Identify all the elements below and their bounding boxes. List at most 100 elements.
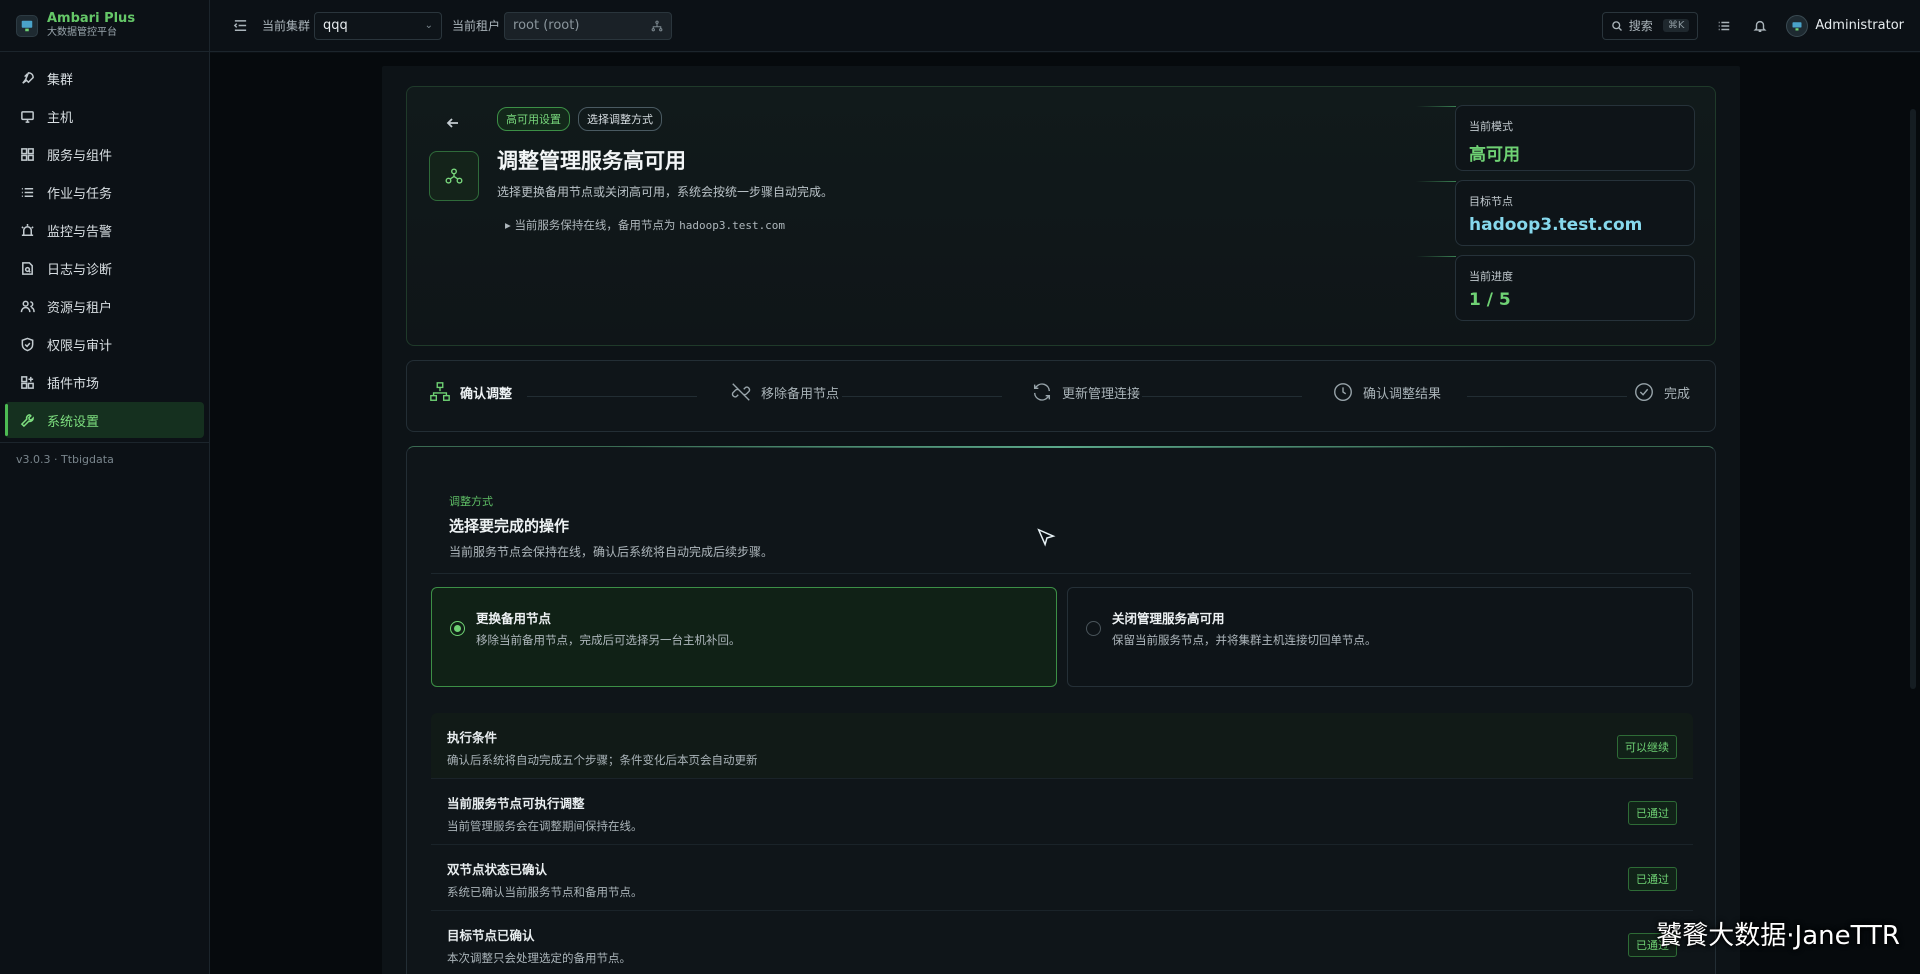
step-update-connection: 更新管理连接 [1031, 381, 1140, 403]
cluster-label: 当前集群 [262, 19, 311, 33]
back-button[interactable] [445, 115, 463, 133]
check-circle-icon [1635, 383, 1653, 401]
condition-title: 执行条件 [447, 730, 498, 745]
sidebar-item-label: 服务与组件 [47, 148, 113, 164]
hero-icon [429, 151, 479, 201]
radio-selected[interactable] [450, 621, 465, 636]
panel-title: 选择要完成的操作 [449, 517, 570, 535]
sidebar-item-services[interactable]: 服务与组件 [5, 136, 204, 172]
panel-kicker: 调整方式 [449, 495, 493, 508]
option-disable-ha[interactable]: 关闭管理服务高可用 保留当前服务节点，并将集群主机连接切回单节点。 [1067, 587, 1693, 687]
sidebar-item-permissions[interactable]: 权限与审计 [5, 326, 204, 362]
rocket-icon [22, 71, 34, 84]
option-desc: 保留当前服务节点，并将集群主机连接切回单节点。 [1112, 633, 1377, 647]
step-confirm-result: 确认调整结果 [1332, 381, 1441, 403]
stat-value: 1 / 5 [1469, 290, 1511, 310]
sidebar-item-cluster[interactable]: 集群 [5, 60, 204, 96]
task-list-button[interactable] [1714, 16, 1734, 36]
condition-title: 双节点状态已确认 [447, 862, 548, 877]
condition-desc: 系统已确认当前服务节点和备用节点。 [447, 885, 643, 899]
topbar-right: 搜索 ⌘K Administrator [1601, 11, 1904, 40]
brand-name: Ambari Plus [47, 11, 136, 26]
scrollbar[interactable] [1910, 109, 1916, 689]
sidebar-item-plugins[interactable]: 插件市场 [5, 364, 204, 400]
sidebar-item-logs[interactable]: 日志与诊断 [5, 250, 204, 286]
sidebar-item-jobs[interactable]: 作业与任务 [5, 174, 204, 210]
user-name[interactable]: Administrator [1815, 18, 1904, 33]
condition-row: 双节点状态已确认 系统已确认当前服务节点和备用节点。 已通过 [431, 845, 1693, 911]
tag-ha-settings: 高可用设置 [497, 107, 570, 131]
search-label: 搜索 [1628, 19, 1653, 33]
hero-note-text: 当前服务保持在线，备用节点为 [514, 218, 676, 232]
condition-row: 目标节点已确认 本次调整只会处理选定的备用节点。 已通过 [431, 911, 1693, 974]
arrow-left-icon [446, 118, 458, 128]
main-area: 高可用设置 选择调整方式 调整管理服务高可用 选择更换备用节点或关闭高可用，系统… [210, 53, 1920, 974]
step-connector [842, 396, 1002, 397]
brand[interactable]: Ambari Plus 大数据管控平台 [0, 0, 209, 52]
step-label: 更新管理连接 [1062, 386, 1141, 402]
status-badge: 可以继续 [1617, 735, 1677, 759]
radio-unselected[interactable] [1086, 621, 1101, 636]
tree-icon [651, 20, 663, 31]
sidebar-item-label: 权限与审计 [47, 338, 113, 354]
cluster-nodes-icon [445, 168, 463, 184]
wrench-icon [20, 413, 34, 427]
stat-value: 高可用 [1469, 145, 1520, 165]
file-search-icon [22, 261, 33, 275]
mouse-cursor-icon [1037, 528, 1056, 547]
option-desc: 移除当前备用节点，完成后可选择另一台主机补回。 [476, 633, 741, 647]
notifications-button[interactable] [1750, 16, 1770, 36]
list-icon [21, 187, 34, 197]
topbar: 当前集群 qqq ⌄ 当前租户 root (root) 搜索 ⌘K Admini… [210, 0, 1920, 52]
chevron-down-icon: ⌄ [424, 20, 434, 31]
conditions-list: 执行条件 确认后系统将自动完成五个步骤；条件变化后本页会自动更新 可以继续 当前… [431, 713, 1693, 974]
sidebar-item-label: 作业与任务 [47, 186, 113, 202]
panel-description: 当前服务节点会保持在线，确认后系统将自动完成后续步骤。 [449, 545, 774, 559]
page-title: 调整管理服务高可用 [497, 149, 686, 173]
sidebar-item-settings[interactable]: 系统设置 [5, 402, 204, 438]
tenant-field[interactable]: root (root) [504, 11, 673, 40]
stat-value: hadoop3.test.com [1469, 215, 1643, 235]
shield-check-icon [21, 337, 34, 351]
cluster-select[interactable]: qqq ⌄ [314, 11, 443, 40]
search-shortcut: ⌘K [1662, 19, 1690, 32]
sidebar-item-monitoring[interactable]: 监控与告警 [5, 212, 204, 248]
sidebar-item-hosts[interactable]: 主机 [5, 98, 204, 134]
avatar[interactable] [1786, 14, 1809, 37]
sidebar-item-label: 主机 [47, 110, 74, 126]
condition-row: 执行条件 确认后系统将自动完成五个步骤；条件变化后本页会自动更新 可以继续 [431, 713, 1693, 779]
hero-note[interactable]: ▸ 当前服务保持在线，备用节点为 hadoop3.test.com [505, 217, 785, 233]
collapse-menu-button[interactable] [230, 16, 250, 36]
brand-logo-icon [16, 14, 38, 37]
option-replace-standby[interactable]: 更换备用节点 移除当前备用节点，完成后可选择另一台主机补回。 [431, 587, 1057, 687]
users-icon [20, 300, 35, 312]
sidebar-item-label: 资源与租户 [47, 300, 113, 316]
step-connector [1467, 396, 1627, 397]
hero-card: 高可用设置 选择调整方式 调整管理服务高可用 选择更换备用节点或关闭高可用，系统… [406, 86, 1716, 346]
hero-note-host: hadoop3.test.com [679, 219, 786, 232]
step-done: 完成 [1633, 381, 1690, 403]
avatar-icon [1792, 21, 1802, 30]
condition-title: 当前服务节点可执行调整 [447, 796, 585, 811]
clock-icon [1334, 383, 1352, 401]
sidebar-nav: 集群 主机 服务与组件 作业与任务 监控与告警 日志与诊断 资源与租户 权限与审… [0, 52, 209, 438]
bell-icon [1753, 20, 1767, 32]
sidebar-item-label: 集群 [47, 72, 74, 88]
stepper: 确认调整 移除备用节点 更新管理连接 确认调整结果 完成 [406, 360, 1716, 432]
sidebar-item-resources[interactable]: 资源与租户 [5, 288, 204, 324]
stat-progress: 当前进度 1 / 5 [1416, 255, 1695, 321]
condition-row: 当前服务节点可执行调整 当前管理服务会在调整期间保持在线。 已通过 [431, 779, 1693, 845]
brand-subtitle: 大数据管控平台 [47, 27, 117, 38]
refresh-icon [1033, 383, 1051, 401]
condition-desc: 确认后系统将自动完成五个步骤；条件变化后本页会自动更新 [447, 753, 758, 767]
sidebar-item-label: 插件市场 [47, 376, 100, 392]
expand-triangle-icon: ▸ [505, 218, 511, 232]
alarm-icon [21, 223, 34, 236]
step-remove-standby: 移除备用节点 [730, 381, 839, 403]
search-button[interactable]: 搜索 ⌘K [1601, 11, 1699, 40]
panel-glow [607, 446, 1515, 448]
status-badge: 已通过 [1628, 801, 1677, 825]
content-panel: 高可用设置 选择调整方式 调整管理服务高可用 选择更换备用节点或关闭高可用，系统… [382, 66, 1740, 974]
monitor-icon [21, 110, 34, 123]
stat-label: 目标节点 [1469, 195, 1513, 208]
